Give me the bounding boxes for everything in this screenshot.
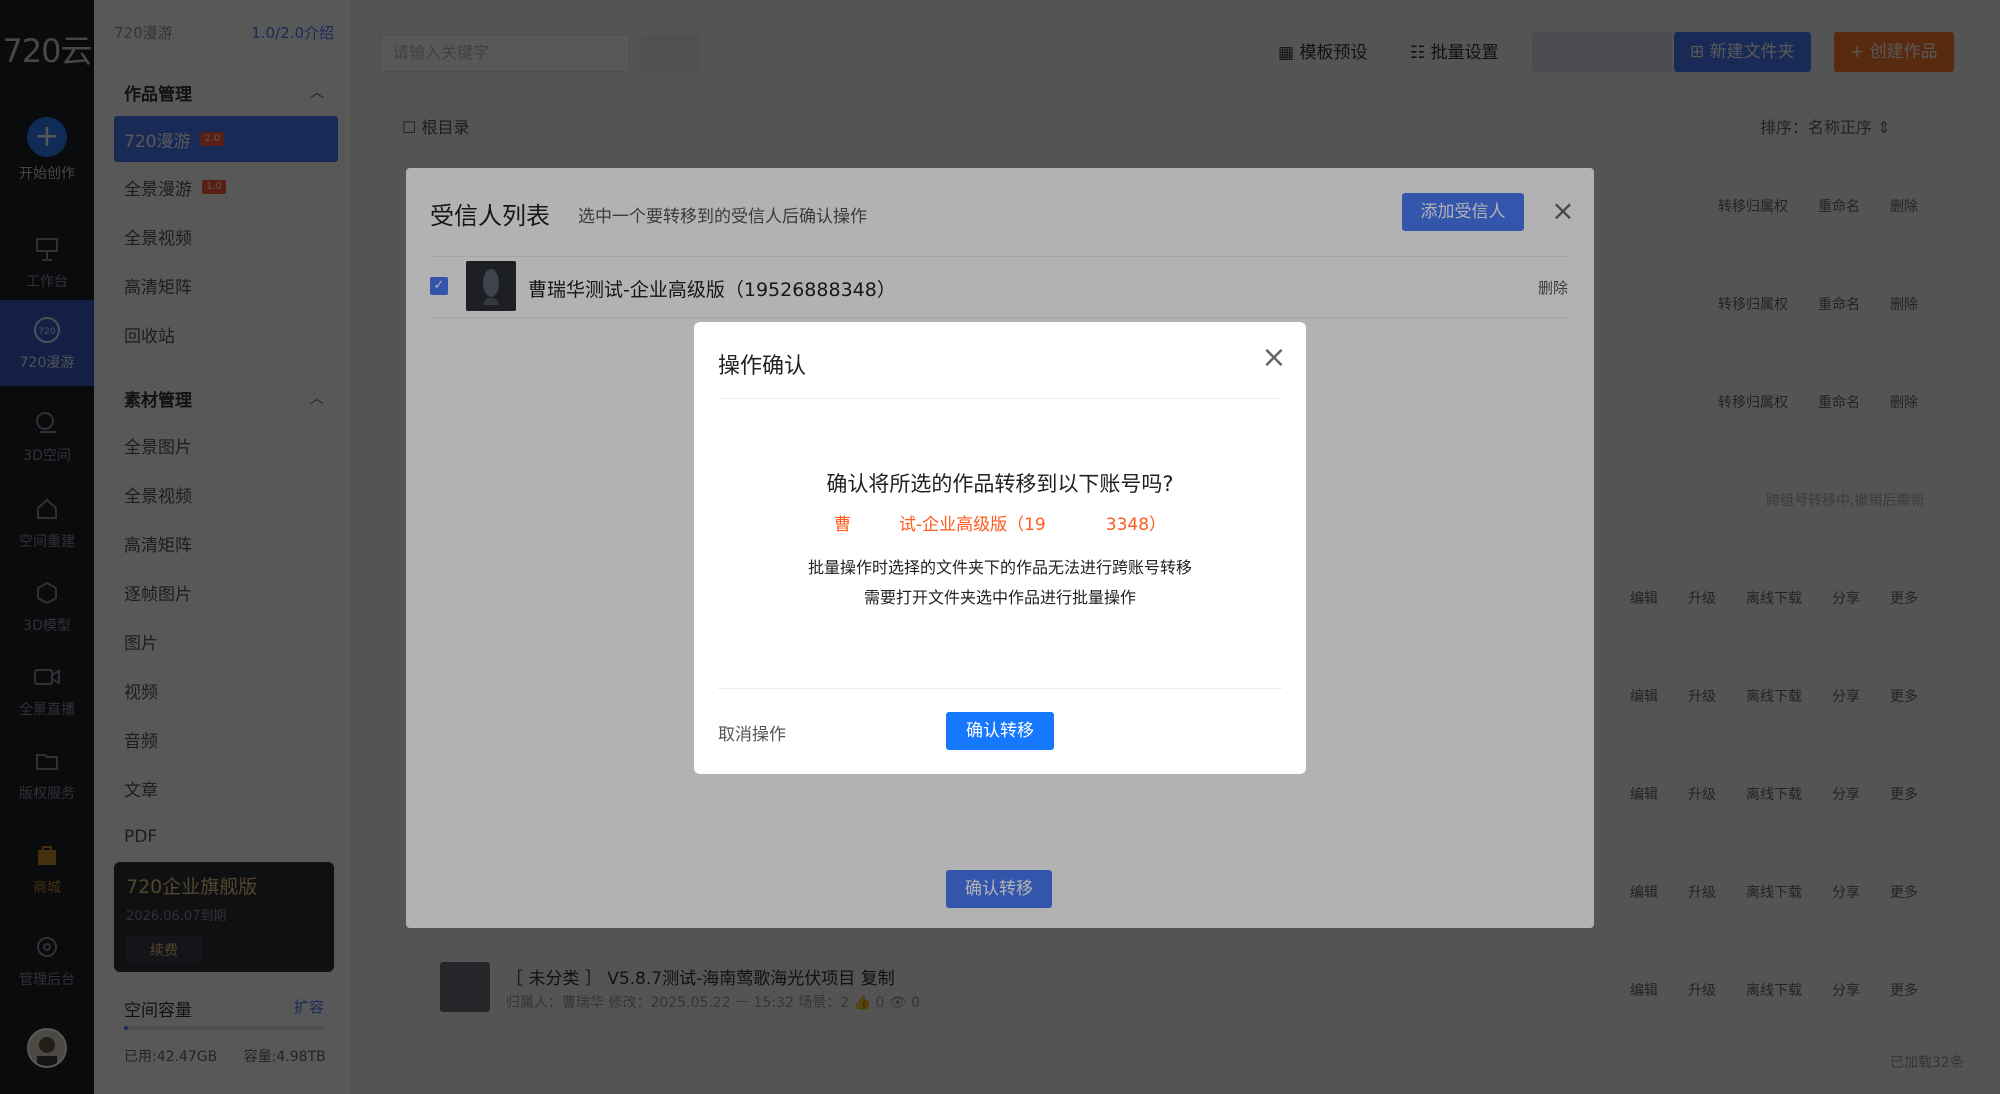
- account-text: 3348）: [1105, 515, 1167, 535]
- redaction-mask: [850, 515, 899, 535]
- confirm-dialog: 操作确认 × 确认将所选的作品转移到以下账号吗? 曹 试-企业高级版（19 3348…: [694, 322, 1306, 774]
- account-text: 曹: [833, 515, 851, 535]
- divider: [718, 398, 1282, 399]
- confirm-transfer-button[interactable]: 确认转移: [946, 712, 1054, 750]
- confirm-question: 确认将所选的作品转移到以下账号吗?: [826, 472, 1174, 496]
- redaction-mask: [1045, 515, 1106, 535]
- close-icon[interactable]: ×: [1258, 342, 1290, 374]
- target-account: 曹 试-企业高级版（19 3348）: [694, 510, 1306, 535]
- dialog-note: 需要打开文件夹选中作品进行批量操作: [863, 588, 1136, 607]
- account-text: 试-企业高级版（19: [898, 515, 1046, 535]
- dialog-title: 操作确认: [718, 354, 807, 379]
- dialog-note: 批量操作时选择的文件夹下的作品无法进行跨账号转移: [807, 558, 1192, 577]
- cancel-button[interactable]: 取消操作: [718, 720, 786, 745]
- divider: [718, 688, 1282, 689]
